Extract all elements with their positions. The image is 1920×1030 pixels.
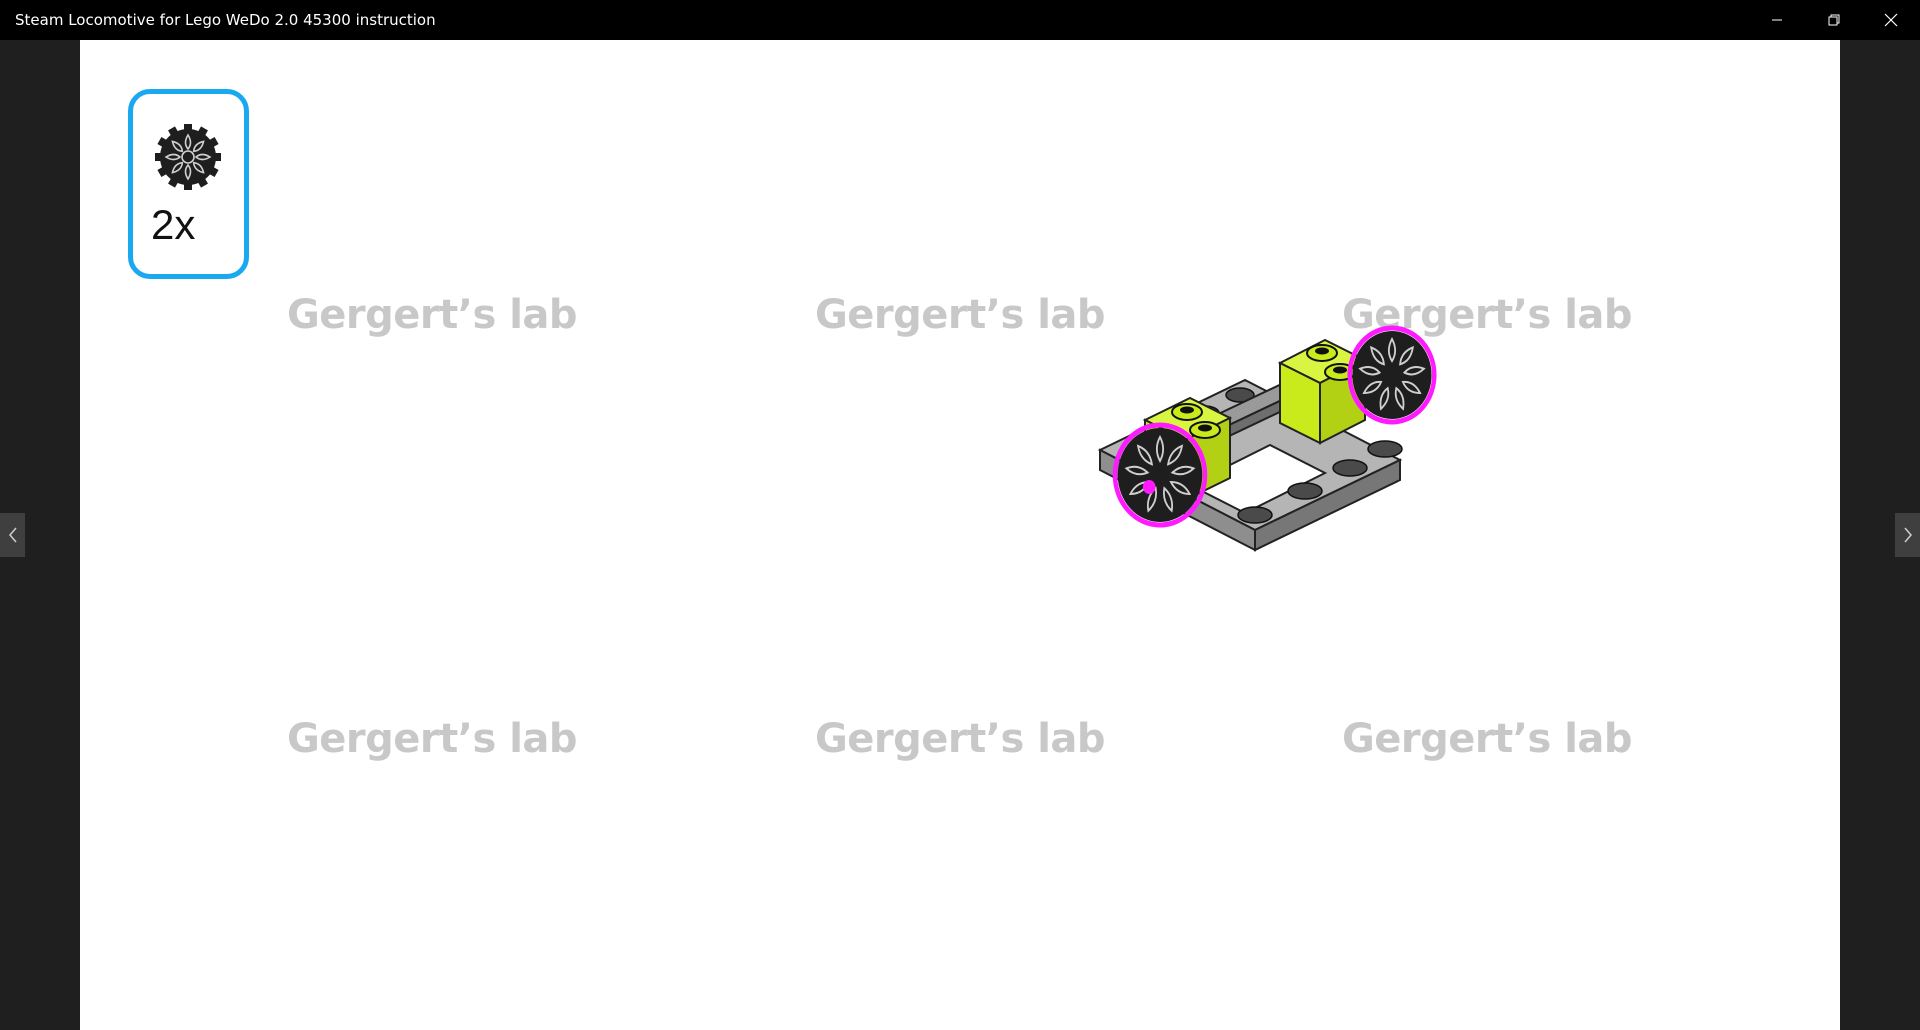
next-page-button[interactable] [1895, 513, 1920, 557]
gear-wheel-icon [155, 124, 221, 190]
instruction-page: 2x Gergert’s lab Gergert’s lab Gergert’s… [80, 40, 1840, 1030]
highlighted-gear-back [1347, 325, 1437, 425]
lego-model-illustration [1097, 325, 1437, 552]
title-bar: Steam Locomotive for Lego WeDo 2.0 45300… [0, 0, 1920, 40]
minimize-button[interactable] [1749, 0, 1805, 40]
window-title: Steam Locomotive for Lego WeDo 2.0 45300… [15, 11, 436, 29]
watermark: Gergert’s lab [814, 716, 1106, 762]
restore-button[interactable] [1806, 0, 1862, 40]
previous-page-button[interactable] [0, 513, 25, 557]
highlighted-gear-front [1112, 422, 1208, 528]
chevron-right-icon [1903, 527, 1912, 543]
minimize-icon [1772, 19, 1782, 21]
watermark: Gergert’s lab [1341, 716, 1633, 762]
watermark: Gergert’s lab [286, 716, 578, 762]
close-icon [1884, 13, 1898, 27]
restore-icon [1828, 14, 1840, 26]
parts-callout: 2x [128, 89, 249, 279]
part-quantity: 2x [151, 201, 196, 248]
watermark: Gergert’s lab [286, 292, 578, 338]
chevron-left-icon [8, 527, 17, 543]
close-button[interactable] [1863, 0, 1919, 40]
